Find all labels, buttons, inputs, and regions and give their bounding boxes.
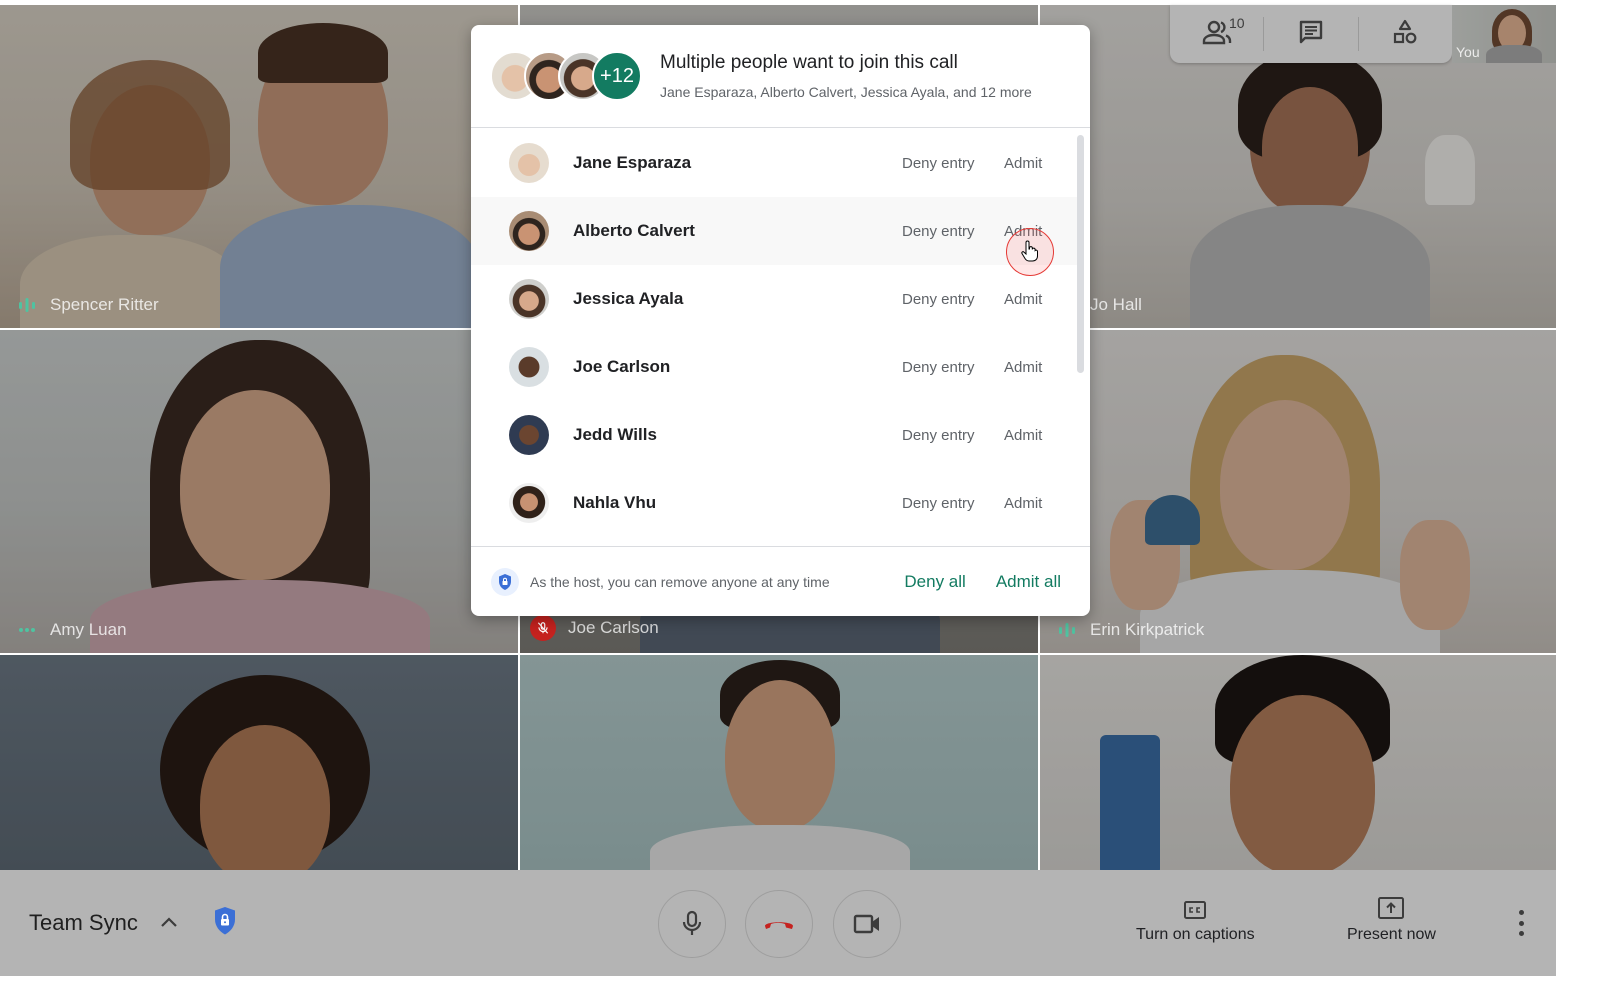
admit-button[interactable]: Admit: [1004, 495, 1078, 512]
participant-name: Erin Kirkpatrick: [1090, 620, 1205, 639]
captions-button[interactable]: Turn on captions: [1136, 900, 1255, 944]
self-view-tile[interactable]: You: [1452, 5, 1556, 63]
self-view-label: You: [1456, 44, 1480, 60]
microphone-button[interactable]: [658, 890, 726, 958]
captions-label: Turn on captions: [1136, 926, 1255, 943]
avatar: [509, 415, 549, 455]
chevron-up-icon: [161, 917, 177, 927]
present-now-button[interactable]: Present now: [1347, 896, 1436, 944]
video-tile-bottom-left[interactable]: [0, 655, 518, 870]
leave-call-button[interactable]: [745, 890, 813, 958]
participants-button[interactable]: 10: [1170, 5, 1263, 63]
video-tile-bottom-center[interactable]: [520, 655, 1038, 870]
chat-button[interactable]: [1264, 5, 1357, 63]
participant-name: Amy Luan: [50, 620, 127, 639]
hand-cursor-icon: [1020, 240, 1038, 267]
video-camera-icon: [853, 914, 879, 934]
deny-entry-button[interactable]: Deny entry: [902, 291, 1004, 308]
join-request-row: Jane Esparaza Deny entry Admit: [471, 129, 1078, 197]
dots-icon: [16, 619, 38, 641]
avatar: [509, 211, 549, 251]
join-request-row: Jedd Wills Deny entry Admit: [471, 401, 1078, 469]
admit-all-button[interactable]: Admit all: [996, 572, 1061, 592]
dialog-subtitle: Jane Esparaza, Alberto Calvert, Jessica …: [660, 84, 1032, 100]
microphone-icon: [682, 910, 702, 935]
deny-entry-button[interactable]: Deny entry: [902, 495, 1004, 512]
admit-button[interactable]: Admit: [1004, 359, 1078, 376]
video-tile-amy-luan[interactable]: Amy Luan: [0, 330, 518, 653]
video-tile-bottom-right[interactable]: [1040, 655, 1556, 870]
audio-bars-icon: [1056, 619, 1078, 641]
deny-entry-button[interactable]: Deny entry: [902, 155, 1004, 172]
meeting-details-toggle[interactable]: [158, 912, 180, 934]
join-request-list: Jane Esparaza Deny entry Admit Alberto C…: [471, 129, 1078, 545]
video-tile-erin-kirkpatrick[interactable]: Erin Kirkpatrick: [1040, 330, 1556, 653]
participant-name: Jo Hall: [1090, 295, 1142, 314]
host-controls-button[interactable]: [213, 906, 237, 941]
host-note: As the host, you can remove anyone at an…: [530, 573, 830, 590]
top-toolbar: 10: [1170, 5, 1452, 63]
avatar: [509, 279, 549, 319]
deny-all-button[interactable]: Deny all: [904, 572, 965, 592]
dialog-header: +12 Multiple people want to join this ca…: [471, 25, 1090, 128]
requester-name: Nahla Vhu: [573, 493, 657, 512]
more-vert-dot: [1518, 920, 1524, 926]
shield-lock-icon: [491, 567, 519, 596]
admit-button[interactable]: Admit: [1004, 155, 1078, 172]
participant-count: 10: [1229, 15, 1245, 31]
requester-name: Jedd Wills: [573, 425, 657, 444]
avatar: [509, 347, 549, 387]
dialog-title: Multiple people want to join this call: [660, 52, 958, 73]
more-vert-dot: [1518, 931, 1524, 936]
requester-avatar-stack: +12: [490, 51, 660, 101]
activities-button[interactable]: [1359, 5, 1452, 63]
join-request-row: Jessica Ayala Deny entry Admit: [471, 265, 1078, 333]
chat-icon: [1298, 19, 1324, 50]
meet-call-window: Spencer Ritter Jo Hall Amy Luan Joe Carl…: [0, 0, 1600, 997]
audio-bars-icon: [16, 294, 38, 316]
more-options-button[interactable]: [1510, 910, 1532, 936]
admit-button[interactable]: Admit: [1004, 291, 1078, 308]
dialog-footer: As the host, you can remove anyone at an…: [471, 546, 1090, 616]
call-controls-bar: Team Sync Turn on captions Present now: [0, 870, 1556, 976]
join-request-row: Nahla Vhu Deny entry Admit: [471, 469, 1078, 537]
camera-button[interactable]: [833, 890, 901, 958]
avatar: [509, 143, 549, 183]
join-request-row: Alberto Calvert Deny entry Admit: [471, 197, 1078, 265]
hang-up-icon: [765, 922, 793, 929]
closed-captions-icon: [1184, 901, 1207, 919]
mic-off-icon: [530, 615, 556, 641]
join-request-row: Joe Carlson Deny entry Admit: [471, 333, 1078, 401]
people-icon: [1202, 19, 1232, 50]
meeting-title: Team Sync: [29, 910, 138, 935]
join-requests-dialog: +12 Multiple people want to join this ca…: [471, 25, 1090, 616]
participant-name: Spencer Ritter: [50, 295, 159, 314]
deny-entry-button[interactable]: Deny entry: [902, 359, 1004, 376]
deny-entry-button[interactable]: Deny entry: [902, 427, 1004, 444]
requester-name: Jane Esparaza: [573, 153, 692, 172]
avatar: [509, 483, 549, 523]
video-tile-spencer-ritter[interactable]: Spencer Ritter: [0, 5, 518, 328]
present-label: Present now: [1347, 926, 1436, 943]
more-requesters-badge: +12: [592, 51, 642, 101]
shield-lock-icon: [215, 907, 235, 935]
more-vert-icon: [1518, 910, 1524, 915]
shapes-icon: [1392, 19, 1418, 50]
requester-name: Jessica Ayala: [573, 289, 684, 308]
admit-button[interactable]: Admit: [1004, 427, 1078, 444]
deny-entry-button[interactable]: Deny entry: [902, 223, 1004, 240]
request-list-scrollbar[interactable]: [1077, 135, 1084, 373]
participant-name: Joe Carlson: [568, 618, 659, 637]
requester-name: Joe Carlson: [573, 357, 671, 376]
requester-name: Alberto Calvert: [573, 221, 695, 240]
present-screen-icon: [1378, 897, 1405, 919]
